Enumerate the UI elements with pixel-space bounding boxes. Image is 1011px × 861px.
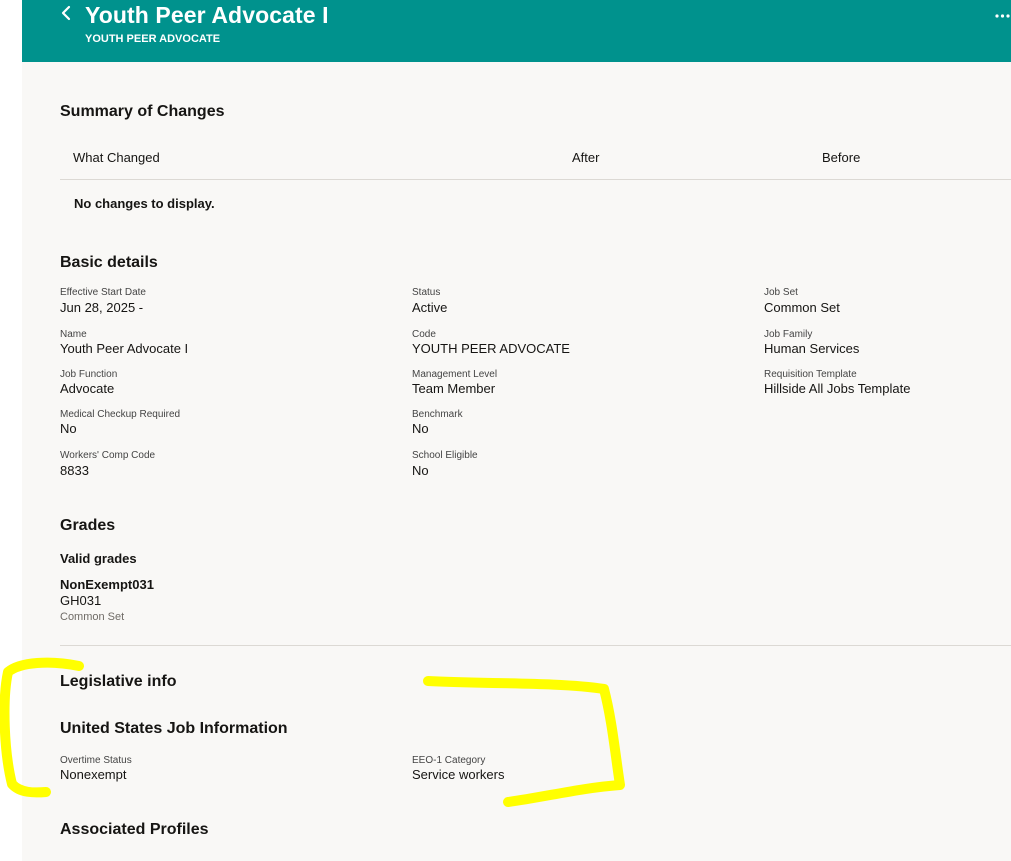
- job-detail-page: Youth Peer Advocate I YOUTH PEER ADVOCAT…: [22, 0, 1011, 861]
- workers-comp-label: Workers' Comp Code: [60, 450, 156, 461]
- section-divider: [60, 645, 1011, 646]
- us-job-information-heading: United States Job Information: [60, 720, 288, 737]
- associated-profiles-heading: Associated Profiles: [60, 821, 209, 838]
- job-family-value: Human Services: [764, 341, 860, 356]
- requisition-template-label: Requisition Template: [764, 369, 857, 380]
- no-changes-message: No changes to display.: [74, 196, 215, 211]
- school-eligible-label: School Eligible: [412, 450, 478, 461]
- chevron-left-icon: [60, 5, 72, 26]
- eeo1-category-label: EEO-1 Category: [412, 755, 486, 766]
- workers-comp-value: 8833: [60, 463, 89, 478]
- grade-name: NonExempt031: [60, 577, 154, 592]
- medical-checkup-label: Medical Checkup Required: [60, 409, 181, 420]
- more-horizontal-icon: [994, 6, 1011, 23]
- effective-start-date-label: Effective Start Date: [60, 287, 146, 298]
- legislative-info-heading: Legislative info: [60, 673, 177, 690]
- page-subtitle: YOUTH PEER ADVOCATE: [85, 33, 221, 45]
- column-header-before: Before: [822, 150, 861, 165]
- more-actions-button[interactable]: [994, 6, 1011, 22]
- grades-heading: Grades: [60, 517, 116, 534]
- summary-of-changes-heading: Summary of Changes: [60, 103, 225, 120]
- benchmark-label: Benchmark: [412, 409, 463, 420]
- eeo1-category-value: Service workers: [412, 767, 505, 782]
- job-function-value: Advocate: [60, 381, 115, 396]
- basic-details-heading: Basic details: [60, 254, 158, 271]
- grade-code: GH031: [60, 593, 102, 608]
- overtime-status-label: Overtime Status: [60, 755, 132, 766]
- status-label: Status: [412, 287, 441, 298]
- page-header: Youth Peer Advocate I YOUTH PEER ADVOCAT…: [22, 0, 1011, 62]
- back-button[interactable]: [56, 4, 76, 26]
- name-label: Name: [60, 329, 87, 340]
- page-title: Youth Peer Advocate I: [85, 2, 329, 28]
- table-divider: [60, 179, 1011, 180]
- column-header-what-changed: What Changed: [73, 150, 160, 165]
- management-level-value: Team Member: [412, 381, 496, 396]
- medical-checkup-value: No: [60, 421, 77, 436]
- valid-grades-label: Valid grades: [60, 551, 137, 566]
- job-family-label: Job Family: [764, 329, 813, 340]
- name-value: Youth Peer Advocate I: [60, 341, 189, 356]
- code-value: YOUTH PEER ADVOCATE: [412, 341, 570, 356]
- overtime-status-value: Nonexempt: [60, 767, 127, 782]
- school-eligible-value: No: [412, 463, 429, 478]
- job-set-label: Job Set: [764, 287, 798, 298]
- status-value: Active: [412, 300, 448, 315]
- requisition-template-value: Hillside All Jobs Template: [764, 381, 911, 396]
- effective-start-date-value: Jun 28, 2025 -: [60, 300, 144, 315]
- job-function-label: Job Function: [60, 369, 118, 380]
- management-level-label: Management Level: [412, 369, 498, 380]
- column-header-after: After: [572, 150, 600, 165]
- benchmark-value: No: [412, 421, 429, 436]
- grade-set: Common Set: [60, 611, 125, 623]
- job-set-value: Common Set: [764, 300, 840, 315]
- code-label: Code: [412, 329, 436, 340]
